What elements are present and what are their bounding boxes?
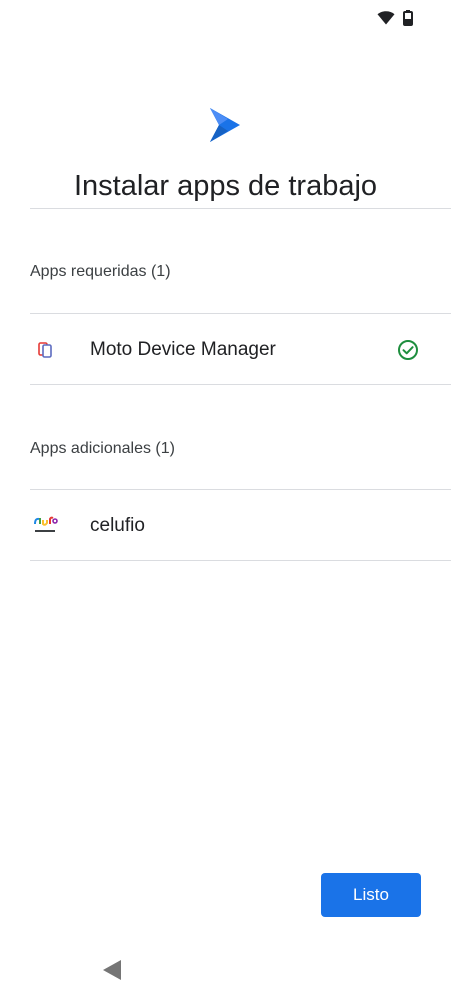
app-row-moto-device-manager[interactable]: Moto Device Manager: [30, 315, 451, 385]
done-button[interactable]: Listo: [321, 873, 421, 917]
header-divider: [30, 208, 451, 209]
app-row-celufio[interactable]: celufio: [30, 491, 451, 561]
app-name: Moto Device Manager: [90, 339, 276, 360]
check-circle-icon: [398, 340, 418, 360]
page-title: Instalar apps de trabajo: [73, 170, 378, 202]
app-name: celufio: [90, 515, 145, 536]
required-apps-header: Apps requeridas (1): [30, 263, 171, 280]
divider: [30, 489, 451, 490]
divider: [30, 313, 451, 314]
status-bar: [377, 8, 413, 28]
wifi-icon: [377, 11, 395, 25]
additional-apps-header: Apps adicionales (1): [30, 440, 175, 457]
battery-icon: [403, 10, 413, 26]
divider: [30, 560, 451, 561]
celufio-icon: [30, 511, 60, 541]
play-store-logo: [210, 108, 240, 142]
back-triangle-icon[interactable]: [102, 959, 122, 981]
moto-device-manager-icon: [30, 335, 60, 365]
divider: [30, 384, 451, 385]
